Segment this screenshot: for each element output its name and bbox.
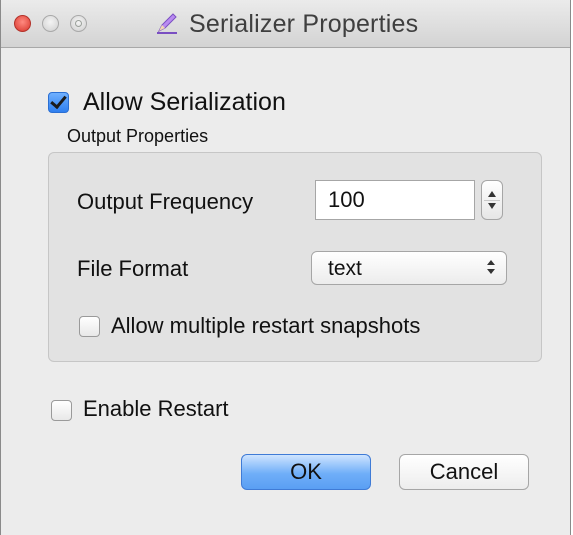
close-window-button[interactable]: [14, 15, 31, 32]
output-frequency-input[interactable]: 100: [315, 180, 475, 220]
output-frequency-stepper[interactable]: [481, 180, 503, 220]
file-format-select[interactable]: text: [311, 251, 507, 285]
allow-serialization-checkbox[interactable]: [48, 92, 69, 113]
stepper-down-icon[interactable]: [488, 203, 496, 209]
enable-restart-label[interactable]: Enable Restart: [83, 396, 229, 422]
pencil-icon: [156, 12, 178, 34]
output-properties-heading: Output Properties: [67, 126, 209, 146]
output-frequency-label: Output Frequency: [77, 189, 254, 214]
ok-button[interactable]: OK: [241, 454, 371, 490]
zoom-window-button[interactable]: [70, 15, 87, 32]
enable-restart-checkbox[interactable]: [51, 400, 72, 421]
cancel-button[interactable]: Cancel: [399, 454, 529, 490]
minimize-window-button[interactable]: [42, 15, 59, 32]
file-format-value: text: [328, 257, 362, 280]
allow-serialization-label[interactable]: Allow Serialization: [83, 88, 286, 117]
multiple-snapshots-checkbox[interactable]: [79, 316, 100, 337]
multiple-snapshots-label[interactable]: Allow multiple restart snapshots: [111, 313, 420, 339]
stepper-up-icon[interactable]: [488, 191, 496, 197]
file-format-label: File Format: [77, 256, 189, 281]
serializer-properties-window: Serializer Properties Allow Serializatio…: [0, 0, 571, 535]
title-bar[interactable]: Serializer Properties: [1, 0, 570, 48]
window-title: Serializer Properties: [189, 10, 419, 38]
select-arrows-icon: [486, 258, 496, 278]
